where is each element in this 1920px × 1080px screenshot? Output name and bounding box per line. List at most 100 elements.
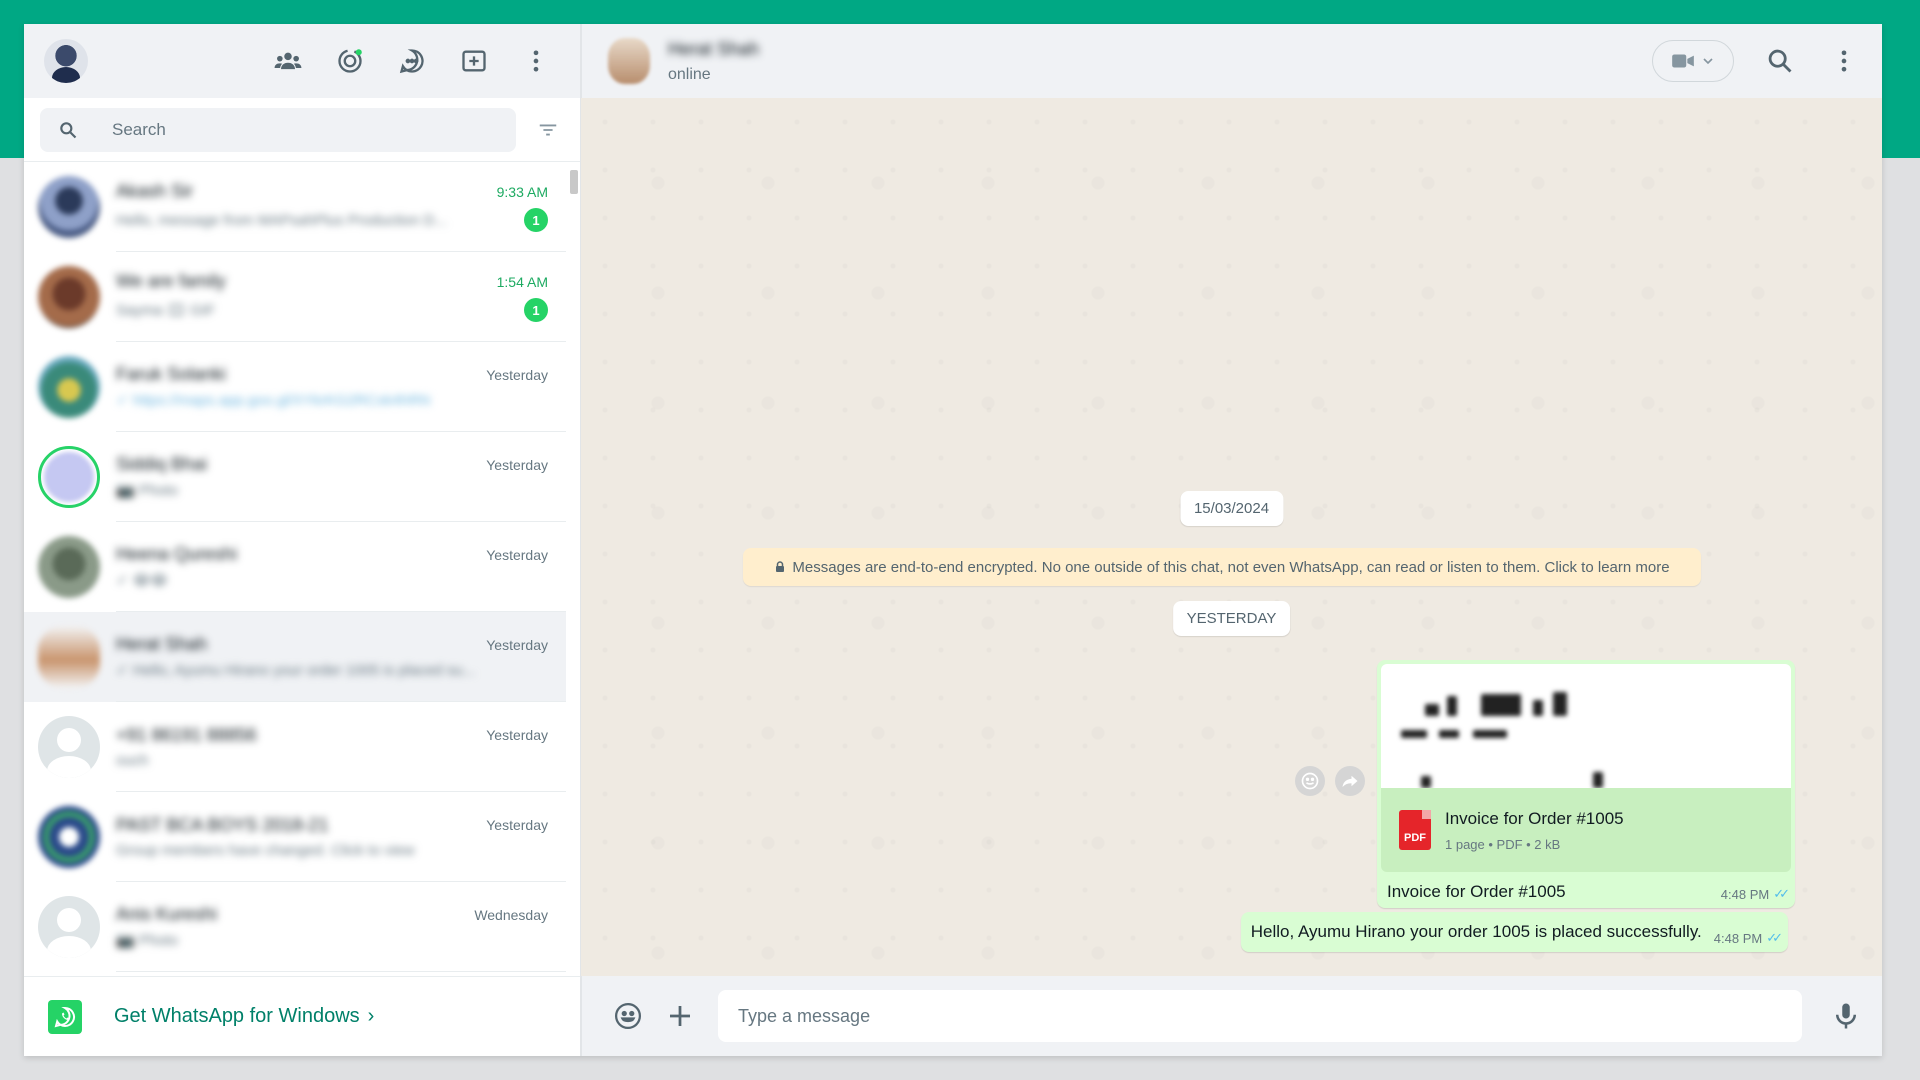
- unread-badge: 1: [524, 208, 548, 232]
- message-area[interactable]: 15/03/2024 Messages are end-to-end encry…: [581, 98, 1882, 976]
- message-input[interactable]: [718, 990, 1802, 1042]
- document-message[interactable]: PDF Invoice for Order #1005 1 page • PDF…: [1377, 660, 1795, 908]
- message-options-chevron-icon[interactable]: [1759, 674, 1779, 697]
- chat-item[interactable]: Heena Qureshi Yesterday ✓ 😂😂: [24, 522, 566, 612]
- communities-icon[interactable]: [270, 43, 306, 79]
- react-emoji-icon[interactable]: [1295, 766, 1325, 796]
- unread-badge: 1: [524, 298, 548, 322]
- chat-item[interactable]: Anis Kureshi Wednesday 📷 Photo: [24, 882, 566, 972]
- message-text: Hello, Ayumu Hirano your order 1005 is p…: [1250, 922, 1702, 941]
- chat-preview: ✓ 😂😂: [116, 572, 168, 589]
- chat-item[interactable]: +91 86191 88856 Yesterday ouch: [24, 702, 566, 792]
- video-camera-icon: [1672, 54, 1694, 68]
- message-hover-actions: [1295, 766, 1365, 796]
- message-time: 4:48 PM: [1713, 930, 1763, 946]
- chat-name: PAST BCA BOYS 2018-21: [116, 814, 329, 835]
- text-message[interactable]: Hello, Ayumu Hirano your order 1005 is p…: [1240, 912, 1788, 952]
- chat-name: +91 86191 88856: [116, 724, 257, 745]
- chat-item[interactable]: Akash Sir 9:33 AM Hello, message from MAP…: [24, 162, 566, 252]
- date-chip: 15/03/2024: [1179, 491, 1284, 526]
- whatsapp-logo-icon: [48, 999, 82, 1034]
- lock-icon: [776, 561, 785, 572]
- chat-avatar: [38, 266, 100, 328]
- document-info[interactable]: PDF Invoice for Order #1005 1 page • PDF…: [1381, 788, 1791, 872]
- chat-preview: ✓ https://maps.app.goo.gl/XYkrKG2RCxk4hR…: [116, 392, 431, 409]
- chat-avatar: [38, 176, 100, 238]
- encryption-notice[interactable]: Messages are end-to-end encrypted. No on…: [743, 548, 1701, 586]
- conversation-menu-icon[interactable]: [1826, 43, 1862, 79]
- document-caption: Invoice for Order #1005: [1387, 882, 1566, 901]
- contact-name: Herat Shah: [668, 38, 760, 59]
- chat-name: Heena Qureshi: [116, 544, 238, 564]
- chat-name: Akash Sir: [116, 181, 194, 201]
- video-call-button[interactable]: [1652, 40, 1734, 82]
- chat-time: Yesterday: [486, 636, 548, 653]
- emoji-icon[interactable]: [610, 998, 646, 1034]
- chevron-down-icon: [1703, 58, 1713, 65]
- chat-preview: Group members have changed. Click to vie…: [116, 841, 415, 859]
- microphone-icon[interactable]: [1828, 998, 1864, 1034]
- chat-item[interactable]: Siddiq Bhai Yesterday 📷 Photo: [24, 432, 566, 522]
- whatsapp-app: Akash Sir 9:33 AM Hello, message from MAP…: [24, 24, 1882, 1056]
- search-icon: [60, 121, 77, 138]
- sidebar-header: [24, 24, 580, 98]
- chat-item[interactable]: We are family 1:54 AM Sayma 🎞 GIF 1: [24, 252, 566, 342]
- contact-avatar[interactable]: [608, 38, 650, 84]
- chat-preview: Sayma 🎞 GIF: [116, 302, 216, 319]
- chat-name: Herat Shah: [116, 634, 208, 654]
- channels-icon[interactable]: [394, 43, 430, 79]
- chat-preview: ouch: [116, 751, 149, 769]
- chat-preview: ✓ Hello, Ayumu Hirano your order 1005 is…: [116, 662, 476, 679]
- document-meta: 1 page • PDF • 2 kB: [1445, 836, 1561, 852]
- chat-time: Yesterday: [486, 817, 548, 833]
- search-input[interactable]: [112, 119, 498, 140]
- chat-time: Yesterday: [486, 456, 548, 473]
- message-time: 4:48 PM: [1720, 886, 1770, 902]
- sidebar: Akash Sir 9:33 AM Hello, message from MAP…: [24, 24, 581, 1056]
- document-preview[interactable]: [1381, 664, 1791, 788]
- chat-list-scrollbar[interactable]: [570, 170, 578, 194]
- default-avatar-icon: [38, 896, 100, 958]
- chat-time: Yesterday: [486, 546, 548, 563]
- search-box: [40, 107, 516, 152]
- chat-preview: Hello, message from MAPsahPlus Productio…: [116, 211, 447, 229]
- chat-time: Wednesday: [474, 906, 548, 923]
- search-conversation-icon[interactable]: [1762, 43, 1798, 79]
- conversation-header[interactable]: Herat Shah online: [581, 24, 1882, 98]
- chat-item[interactable]: Faruk Solanki Yesterday ✓ https://maps.ap…: [24, 342, 566, 432]
- chat-item-active[interactable]: Herat Shah Yesterday ✓ Hello, Ayumu Hiran…: [24, 612, 566, 702]
- conversation-pane: Herat Shah online 15/03/2024 Messages ar…: [581, 24, 1882, 1056]
- message-composer: [581, 976, 1882, 1056]
- attach-plus-icon[interactable]: [662, 998, 698, 1034]
- search-row: [24, 98, 580, 162]
- contact-status: online: [668, 65, 711, 83]
- read-ticks-icon: ✓✓: [1766, 930, 1783, 945]
- sidebar-header-actions: [270, 43, 560, 79]
- chat-avatar: [38, 626, 100, 688]
- date-chip: YESTERDAY: [1172, 601, 1291, 636]
- my-avatar[interactable]: [44, 39, 88, 83]
- document-title: Invoice for Order #1005: [1445, 808, 1624, 828]
- chat-preview: 📷 Photo: [116, 482, 179, 499]
- chat-time: Yesterday: [486, 727, 548, 743]
- chevron-right-icon: ›: [367, 1005, 375, 1027]
- new-chat-icon[interactable]: [456, 43, 492, 79]
- forward-icon[interactable]: [1335, 766, 1365, 796]
- chat-avatar: [38, 536, 100, 598]
- chat-name: Anis Kureshi: [116, 904, 218, 924]
- get-app-link[interactable]: Get WhatsApp for Windows: [114, 1005, 360, 1028]
- filter-button[interactable]: [528, 110, 568, 150]
- chat-item[interactable]: PAST BCA BOYS 2018-21 Yesterday Group mem…: [24, 792, 566, 882]
- chat-name: Faruk Solanki: [116, 364, 227, 384]
- chat-name: Siddiq Bhai: [116, 454, 208, 474]
- filter-icon: [539, 124, 557, 135]
- chat-time: 9:33 AM: [496, 183, 548, 200]
- default-avatar-icon: [38, 716, 100, 778]
- chat-time: Yesterday: [486, 366, 548, 383]
- encryption-notice-text: Messages are end-to-end encrypted. No on…: [792, 558, 1670, 576]
- get-app-banner[interactable]: Get WhatsApp for Windows ›: [24, 976, 580, 1056]
- status-icon[interactable]: [332, 43, 368, 79]
- menu-icon[interactable]: [518, 43, 554, 79]
- chat-name: We are family: [116, 271, 226, 291]
- chat-preview: 📷 Photo: [116, 932, 179, 949]
